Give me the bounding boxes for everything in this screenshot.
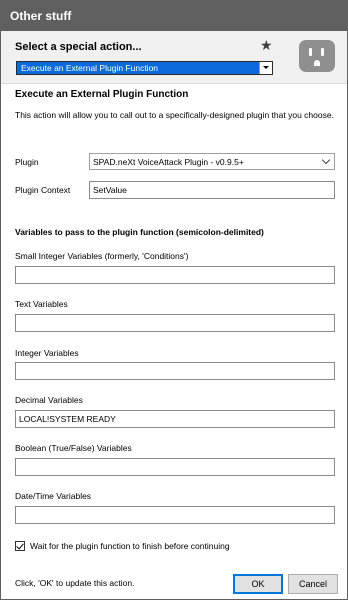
wait-checkbox-label[interactable]: Wait for the plugin function to finish b… xyxy=(30,541,230,551)
dialog-body: Select a special action... ★ Execute an … xyxy=(1,31,347,599)
boolean-variables-field[interactable] xyxy=(15,458,335,476)
plugin-context-label: Plugin Context xyxy=(15,185,71,195)
window-title: Other stuff xyxy=(10,9,72,23)
small-integer-label: Small Integer Variables (formerly, 'Cond… xyxy=(15,251,189,261)
decimal-variables-value: LOCAL!SYSTEM READY xyxy=(19,414,116,424)
plugin-context-field[interactable]: SetValue xyxy=(89,181,335,199)
integer-variables-label: Integer Variables xyxy=(15,348,79,358)
datetime-variables-field[interactable] xyxy=(15,506,335,524)
text-variables-label: Text Variables xyxy=(15,299,68,309)
text-variables-field[interactable] xyxy=(15,314,335,332)
decimal-variables-label: Decimal Variables xyxy=(15,395,83,405)
select-action-label: Select a special action... xyxy=(15,41,142,53)
chevron-down-icon[interactable] xyxy=(259,62,272,74)
plugin-label: Plugin xyxy=(15,157,39,167)
footer-hint: Click, 'OK' to update this action. xyxy=(15,578,135,588)
plugin-value: SPAD.neXt VoiceAttack Plugin - v0.9.5+ xyxy=(93,157,244,167)
selected-action-text: Execute an External Plugin Function xyxy=(21,63,159,73)
decimal-variables-field[interactable]: LOCAL!SYSTEM READY xyxy=(15,410,335,428)
plugin-dropdown[interactable]: SPAD.neXt VoiceAttack Plugin - v0.9.5+ xyxy=(89,153,335,170)
boolean-variables-label: Boolean (True/False) Variables xyxy=(15,443,132,453)
wait-checkbox[interactable] xyxy=(15,541,25,551)
star-icon[interactable]: ★ xyxy=(260,37,273,53)
datetime-variables-label: Date/Time Variables xyxy=(15,491,92,501)
plugin-context-value: SetValue xyxy=(93,185,127,195)
section-description: This action will allow you to call out t… xyxy=(15,110,334,120)
power-outlet-icon xyxy=(299,40,335,72)
action-header-panel: Select a special action... ★ Execute an … xyxy=(1,31,347,84)
title-bar: Other stuff xyxy=(1,1,347,31)
ok-button[interactable]: OK xyxy=(233,574,283,594)
special-action-dropdown[interactable]: Execute an External Plugin Function xyxy=(16,61,273,75)
cancel-button[interactable]: Cancel xyxy=(288,574,338,594)
section-title: Execute an External Plugin Function xyxy=(15,89,189,100)
variables-title: Variables to pass to the plugin function… xyxy=(15,227,264,237)
chevron-down-icon xyxy=(321,155,331,165)
small-integer-field[interactable] xyxy=(15,266,335,284)
dialog-window: Other stuff Select a special action... ★… xyxy=(0,0,348,600)
integer-variables-field[interactable] xyxy=(15,362,335,380)
